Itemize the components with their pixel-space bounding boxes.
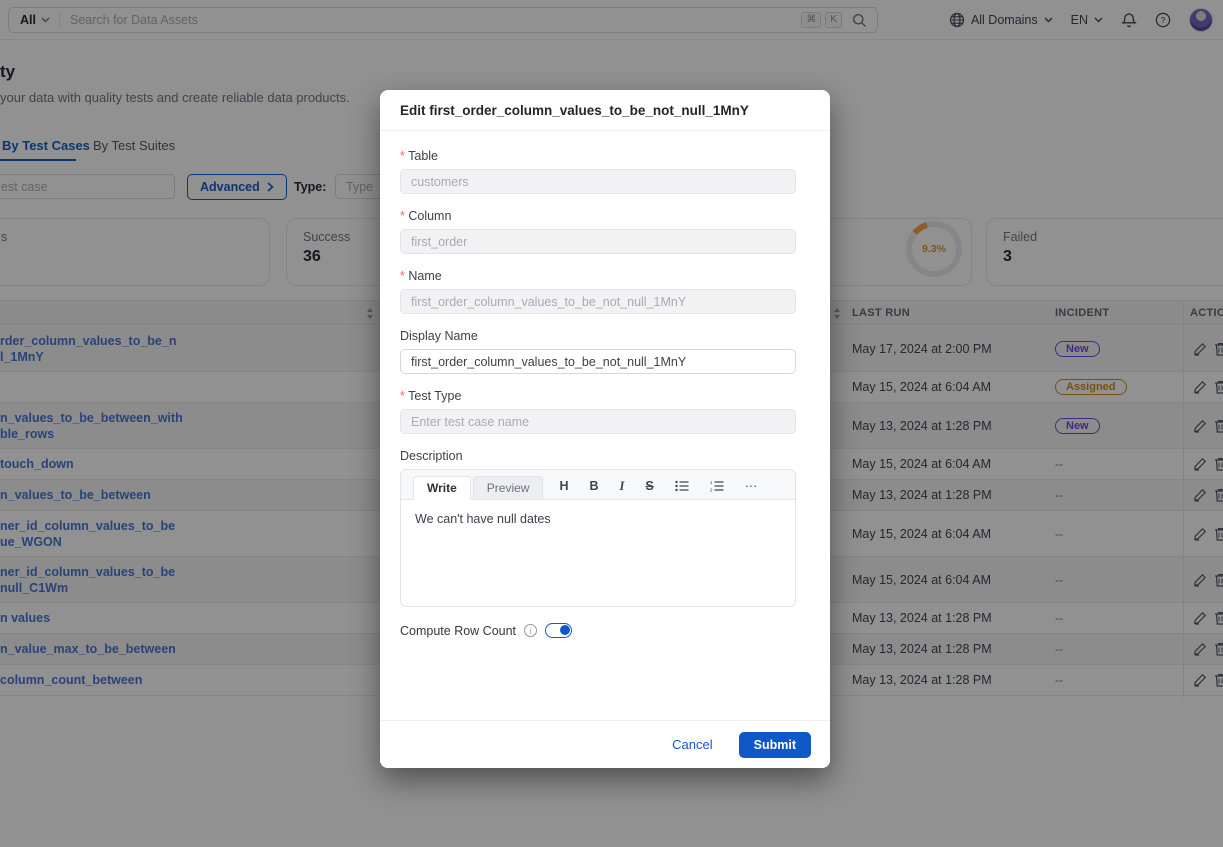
table-field-label: Table — [400, 149, 796, 163]
italic-icon[interactable]: I — [620, 480, 625, 493]
display-name-field[interactable] — [400, 349, 796, 374]
name-field-label: Name — [400, 269, 796, 283]
modal-footer: Cancel Submit — [380, 720, 830, 768]
edit-test-case-modal: Edit first_order_column_values_to_be_not… — [380, 90, 830, 768]
column-field — [400, 229, 796, 254]
bold-icon[interactable]: B — [590, 480, 599, 493]
display-name-field-label: Display Name — [400, 329, 796, 343]
numbered-list-icon[interactable]: 12 — [710, 480, 724, 492]
test-type-field — [400, 409, 796, 434]
column-field-label: Column — [400, 209, 796, 223]
description-editor: Write Preview H B I S 12 ··· We can't ha… — [400, 469, 796, 607]
test-type-field-label: Test Type — [400, 389, 796, 403]
description-content[interactable]: We can't have null dates — [401, 500, 795, 606]
compute-row-count-label: Compute Row Count — [400, 624, 516, 638]
preview-tab[interactable]: Preview — [473, 476, 544, 499]
table-field — [400, 169, 796, 194]
write-tab[interactable]: Write — [413, 476, 471, 500]
more-icon[interactable]: ··· — [745, 480, 758, 493]
info-icon[interactable]: i — [524, 624, 537, 637]
bullet-list-icon[interactable] — [675, 480, 689, 492]
cancel-button[interactable]: Cancel — [672, 737, 712, 752]
strikethrough-icon[interactable]: S — [645, 480, 653, 493]
submit-button[interactable]: Submit — [739, 732, 811, 758]
description-field-label: Description — [400, 449, 796, 463]
svg-text:2: 2 — [710, 487, 713, 492]
svg-text:1: 1 — [710, 480, 713, 485]
name-field — [400, 289, 796, 314]
modal-title: Edit first_order_column_values_to_be_not… — [380, 90, 830, 131]
compute-row-count-toggle[interactable] — [545, 623, 572, 638]
heading-icon[interactable]: H — [559, 480, 568, 493]
